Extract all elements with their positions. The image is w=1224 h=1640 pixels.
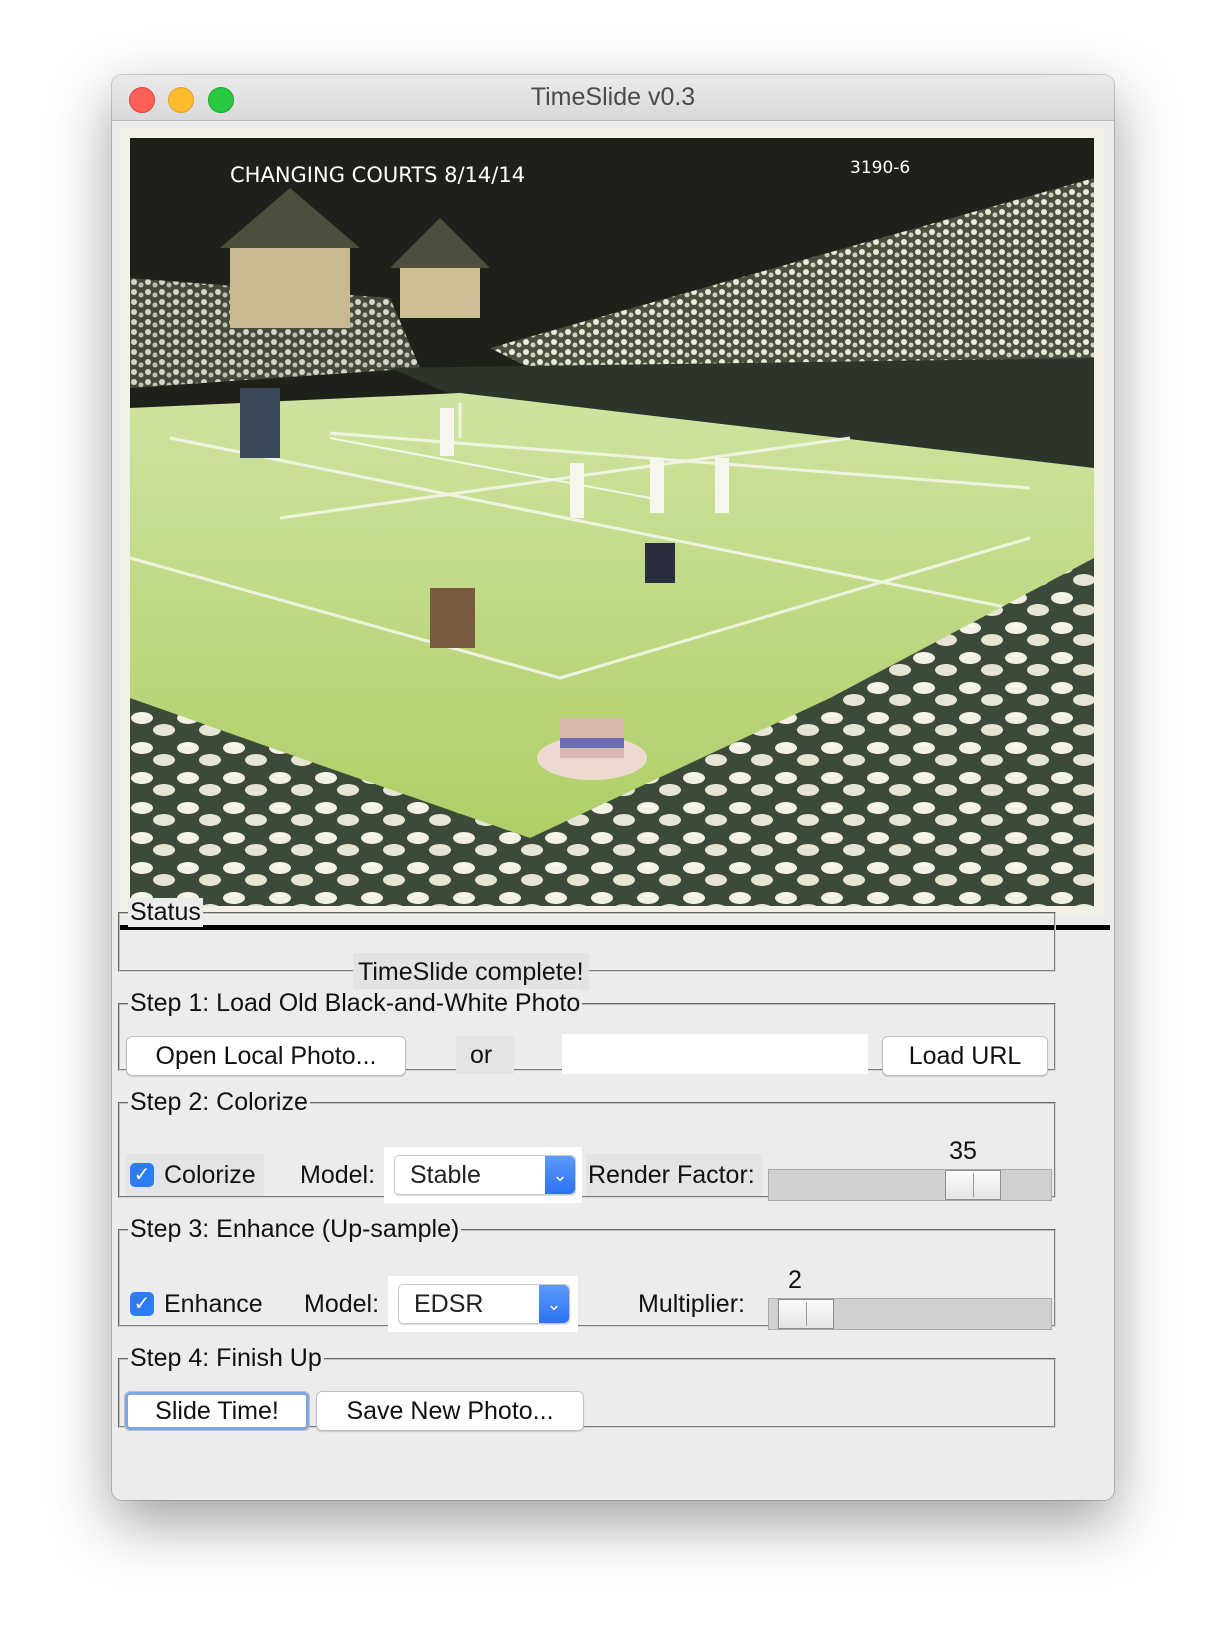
colorize-label: Colorize [164,1161,256,1189]
title-bar[interactable]: TimeSlide v0.3 [112,75,1114,121]
multiplier-label: Multiplier: [638,1290,745,1318]
chevron-down-icon: ⌄ [539,1285,569,1323]
enhance-model-label: Model: [304,1290,380,1318]
save-new-photo-button[interactable]: Save New Photo... [316,1391,584,1431]
slide-time-button[interactable]: Slide Time! [124,1391,310,1431]
colorized-photo-image: CHANGING COURTS 8/14/14 3190-6 [130,138,1094,906]
step2-group: Step 2: Colorize ✓ Colorize Model: Stabl… [118,1088,1056,1203]
enhance-model-select[interactable]: EDSR ⌄ [398,1284,570,1324]
render-factor-label: Render Factor: [588,1161,755,1189]
step1-legend: Step 1: Load Old Black-and-White Photo [128,989,583,1018]
colorize-model-value: Stable [410,1161,481,1189]
multiplier-slider[interactable] [768,1298,1052,1330]
photo-preview-area: CHANGING COURTS 8/14/14 3190-6 [120,128,1104,916]
step2-legend: Step 2: Colorize [128,1088,310,1117]
render-factor-slider[interactable] [768,1169,1052,1201]
enhance-model-value: EDSR [414,1290,484,1318]
step3-group: Step 3: Enhance (Up-sample) ✓ Enhance Mo… [118,1215,1056,1332]
step4-group: Step 4: Finish Up Slide Time! Save New P… [118,1344,1056,1431]
enhance-label: Enhance [164,1290,263,1318]
step3-legend: Step 3: Enhance (Up-sample) [128,1215,462,1244]
colorize-checkbox[interactable]: ✓ [130,1163,154,1187]
open-local-photo-button[interactable]: Open Local Photo... [126,1036,406,1076]
checkmark-icon: ✓ [133,1164,151,1186]
checkmark-icon: ✓ [133,1293,151,1315]
chevron-down-icon: ⌄ [545,1156,575,1194]
window-title: TimeSlide v0.3 [530,83,696,111]
photo-plate-number: 3190-6 [850,158,910,178]
step4-legend: Step 4: Finish Up [128,1344,324,1373]
colorize-model-select[interactable]: Stable ⌄ [394,1155,576,1195]
render-factor-slider-thumb[interactable] [945,1170,1001,1200]
url-input[interactable] [562,1034,868,1074]
or-label: or [470,1041,493,1069]
photo-preview: CHANGING COURTS 8/14/14 3190-6 [130,138,1094,906]
load-url-button[interactable]: Load URL [882,1036,1048,1076]
status-text: TimeSlide complete! [353,953,589,991]
enhance-checkbox[interactable]: ✓ [130,1292,154,1316]
colorize-model-label: Model: [300,1161,376,1189]
step1-group: Step 1: Load Old Black-and-White Photo O… [118,989,1056,1076]
render-factor-value: 35 [949,1137,977,1165]
status-legend: Status [128,898,203,927]
app-window: TimeSlide v0.3 CHANGING COURTS 8/14/14 3… [112,75,1114,1500]
status-group: Status TimeSlide complete! [118,898,1056,991]
multiplier-value: 2 [788,1266,802,1294]
multiplier-slider-thumb[interactable] [778,1299,834,1329]
photo-caption: CHANGING COURTS 8/14/14 [230,163,525,187]
